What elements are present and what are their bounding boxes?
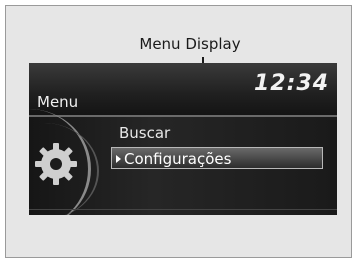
callout-label: Menu Display — [139, 35, 241, 53]
menu-item-buscar[interactable]: Buscar — [119, 122, 170, 144]
menu-item-configuracoes[interactable]: Configurações — [111, 147, 323, 169]
clock: 12:34 — [253, 71, 329, 96]
display-header: 12:34 Menu — [29, 63, 337, 115]
menu-item-label: Configurações — [124, 150, 232, 168]
selection-arrow-icon — [116, 155, 121, 163]
multi-information-display: 12:34 Menu Buscar Configurações — [29, 63, 337, 215]
menu-body: Buscar Configurações — [29, 109, 337, 215]
menu-title: Menu — [37, 93, 79, 111]
gear-icon — [35, 143, 77, 185]
footer-divider — [29, 209, 337, 210]
